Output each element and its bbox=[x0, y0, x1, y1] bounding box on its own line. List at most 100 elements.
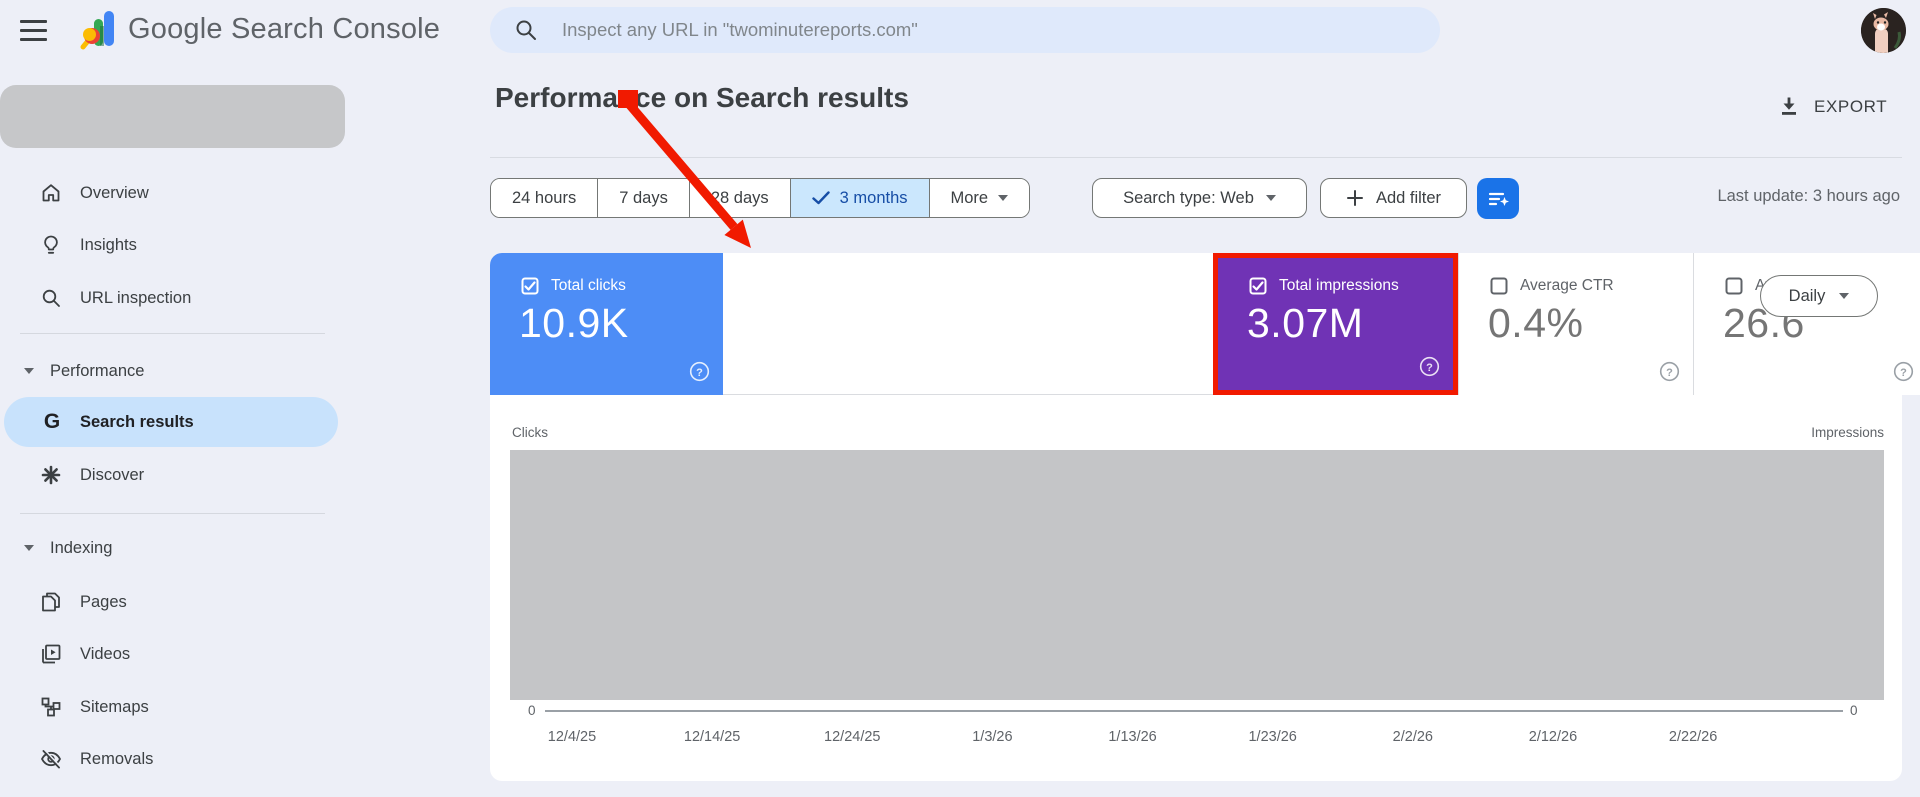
checkbox-unchecked-icon bbox=[1725, 277, 1743, 295]
metric-label: Total impressions bbox=[1279, 277, 1399, 295]
checkbox-checked-icon bbox=[521, 277, 539, 295]
header-divider bbox=[490, 157, 1902, 158]
performance-panel: Total clicks 10.9K ? Total impressions 3… bbox=[490, 253, 1902, 781]
search-input[interactable] bbox=[562, 19, 1402, 41]
metric-label: Average CTR bbox=[1520, 277, 1614, 295]
sidebar-item-label: Search results bbox=[80, 413, 194, 432]
search-type-label: Search type: Web bbox=[1123, 189, 1254, 208]
eye-off-icon bbox=[39, 747, 63, 771]
x-axis-tick: 12/4/25 bbox=[548, 729, 596, 745]
range-more-dropdown[interactable]: More bbox=[929, 179, 1030, 217]
svg-text:?: ? bbox=[1900, 367, 1907, 379]
plus-icon bbox=[1346, 189, 1364, 207]
section-label: Indexing bbox=[50, 539, 112, 558]
search-icon bbox=[514, 18, 538, 42]
x-axis-tick: 12/24/25 bbox=[824, 729, 880, 745]
help-icon[interactable]: ? bbox=[689, 361, 710, 382]
property-selector-redacted[interactable] bbox=[0, 85, 345, 148]
x-axis-line bbox=[545, 710, 1843, 712]
chevron-down-icon bbox=[1839, 293, 1849, 299]
annotation-arrowhead bbox=[724, 220, 751, 248]
compare-filter-button[interactable] bbox=[1477, 178, 1519, 219]
metric-card-total-impressions-highlighted[interactable]: Total impressions 3.07M ? bbox=[1213, 253, 1458, 395]
sidebar-item-videos[interactable]: Videos bbox=[0, 629, 345, 679]
sidebar-item-search-results[interactable]: G Search results bbox=[4, 397, 338, 447]
app-title: Google Search Console bbox=[128, 13, 440, 46]
range-28-days[interactable]: 28 days bbox=[689, 179, 790, 217]
filter-sparkle-icon bbox=[1485, 186, 1511, 212]
sidebar-item-discover[interactable]: Discover bbox=[0, 450, 345, 500]
sidebar-item-removals[interactable]: Removals bbox=[0, 734, 345, 784]
granularity-label: Daily bbox=[1789, 287, 1826, 306]
page-title: Performance on Search results bbox=[495, 82, 909, 114]
x-axis-tick: 2/12/26 bbox=[1529, 729, 1577, 745]
magnifier-icon bbox=[39, 286, 63, 310]
add-filter-button[interactable]: Add filter bbox=[1320, 178, 1467, 218]
granularity-dropdown[interactable]: Daily bbox=[1760, 275, 1878, 317]
x-axis-tick: 1/23/26 bbox=[1248, 729, 1296, 745]
average-ctr-checkbox[interactable]: Average CTR bbox=[1490, 277, 1614, 295]
total-impressions-checkbox[interactable]: Total impressions bbox=[1249, 277, 1399, 295]
export-button[interactable]: EXPORT bbox=[1778, 95, 1887, 119]
chevron-down-icon bbox=[24, 368, 34, 374]
sitemap-icon bbox=[39, 695, 63, 719]
chevron-down-icon bbox=[1266, 195, 1276, 201]
video-pages-icon bbox=[39, 642, 63, 666]
sidebar-item-label: Insights bbox=[80, 236, 137, 255]
metric-cards-row: Total clicks 10.9K ? Total impressions 3… bbox=[490, 253, 1902, 395]
sidebar-item-sitemaps[interactable]: Sitemaps bbox=[0, 682, 345, 732]
top-app-bar: Google Search Console ? bbox=[0, 0, 1920, 60]
metric-label: Total clicks bbox=[551, 277, 626, 295]
chevron-down-icon bbox=[998, 195, 1008, 201]
sidebar-divider bbox=[20, 513, 325, 514]
google-g-icon: G bbox=[40, 410, 64, 434]
export-label: EXPORT bbox=[1814, 97, 1887, 117]
hamburger-menu-icon[interactable] bbox=[16, 11, 54, 49]
range-3-months-selected[interactable]: 3 months bbox=[790, 179, 929, 217]
download-icon bbox=[1778, 95, 1800, 119]
help-icon[interactable]: ? bbox=[1893, 361, 1914, 382]
x-axis-ticks: 12/4/2512/14/2512/24/251/3/261/13/261/23… bbox=[490, 729, 1902, 749]
metric-card-average-ctr[interactable]: Average CTR 0.4% ? bbox=[1458, 253, 1693, 395]
sidebar-item-label: Removals bbox=[80, 750, 153, 769]
sidebar: Overview Insights URL inspection Perform… bbox=[0, 60, 420, 797]
add-filter-label: Add filter bbox=[1376, 189, 1441, 208]
sidebar-divider bbox=[20, 333, 325, 334]
avatar[interactable] bbox=[1861, 8, 1906, 53]
metric-value: 0.4% bbox=[1488, 300, 1583, 347]
help-icon[interactable]: ? bbox=[1659, 361, 1680, 382]
last-update-text: Last update: 3 hours ago bbox=[1717, 187, 1900, 206]
x-axis-tick: 2/22/26 bbox=[1669, 729, 1717, 745]
checkbox-checked-icon bbox=[1249, 277, 1267, 295]
sidebar-item-label: Sitemaps bbox=[80, 698, 149, 717]
right-axis-label: Impressions bbox=[1811, 425, 1884, 440]
discover-asterisk-icon bbox=[39, 463, 63, 487]
x-axis-tick: 1/3/26 bbox=[972, 729, 1012, 745]
sidebar-item-label: Pages bbox=[80, 593, 127, 612]
help-icon[interactable]: ? bbox=[1419, 356, 1440, 377]
y-axis-tick-right: 0 bbox=[1850, 703, 1858, 718]
range-7-days[interactable]: 7 days bbox=[597, 179, 689, 217]
chevron-down-icon bbox=[24, 545, 34, 551]
filter-row: 24 hours 7 days 28 days 3 months More Se… bbox=[0, 178, 1920, 218]
sidebar-item-url-inspection[interactable]: URL inspection bbox=[0, 273, 345, 323]
svg-text:?: ? bbox=[696, 367, 703, 379]
search-type-dropdown[interactable]: Search type: Web bbox=[1092, 178, 1307, 218]
url-inspect-searchbar[interactable] bbox=[490, 7, 1440, 53]
section-label: Performance bbox=[50, 362, 144, 381]
metric-card-total-clicks[interactable]: Total clicks 10.9K ? bbox=[490, 253, 723, 395]
y-axis-tick-left: 0 bbox=[528, 703, 536, 718]
sidebar-item-insights[interactable]: Insights bbox=[0, 220, 345, 270]
sidebar-section-performance[interactable]: Performance bbox=[0, 349, 345, 393]
metric-value: 10.9K bbox=[519, 300, 629, 347]
pages-icon bbox=[39, 590, 63, 614]
chart-plot-placeholder bbox=[510, 450, 1884, 700]
sidebar-section-indexing[interactable]: Indexing bbox=[0, 526, 345, 570]
sidebar-item-pages[interactable]: Pages bbox=[0, 577, 345, 627]
svg-text:?: ? bbox=[1426, 362, 1433, 374]
range-24-hours[interactable]: 24 hours bbox=[491, 179, 597, 217]
total-clicks-checkbox[interactable]: Total clicks bbox=[521, 277, 626, 295]
check-icon bbox=[812, 191, 830, 205]
lightbulb-icon bbox=[39, 233, 63, 257]
search-console-logo-icon bbox=[76, 6, 122, 52]
